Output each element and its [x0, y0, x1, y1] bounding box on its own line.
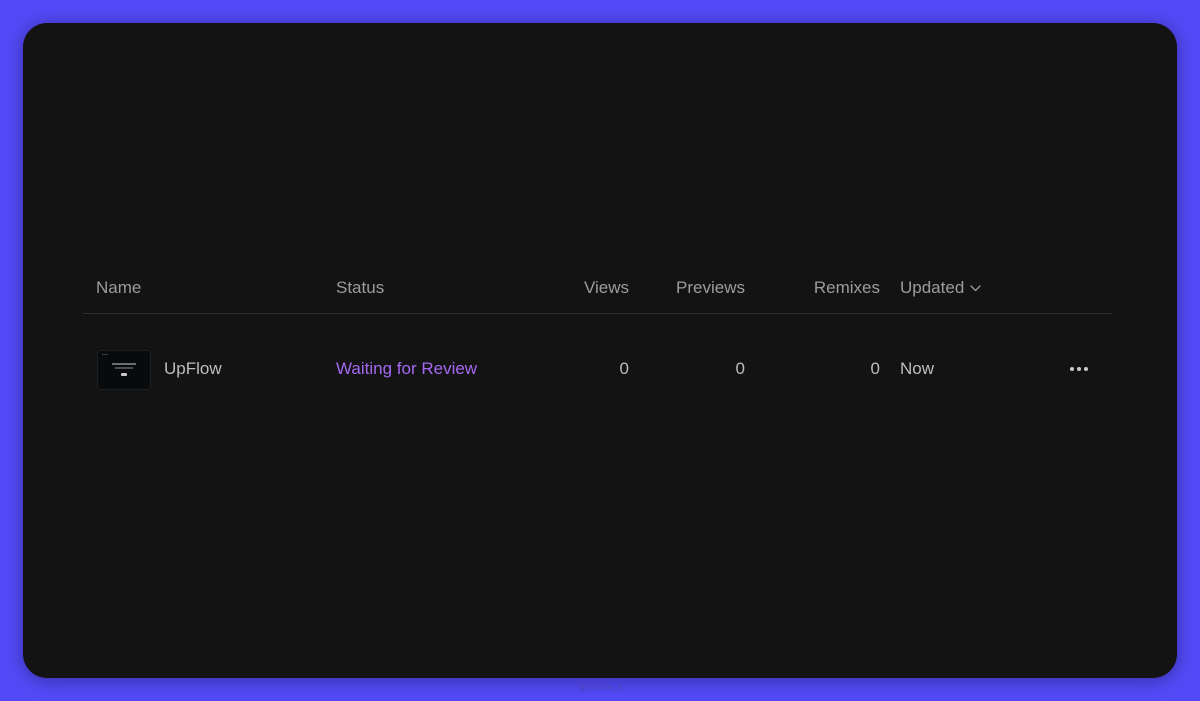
- projects-card: Name Status Views Previews Remixes Updat…: [23, 23, 1177, 678]
- project-thumbnail[interactable]: [97, 350, 151, 390]
- updated-time: Now: [900, 359, 935, 378]
- header-updated-sort[interactable]: Updated: [900, 263, 981, 313]
- header-views[interactable]: Views: [584, 263, 629, 313]
- previews-count: 0: [735, 359, 745, 378]
- chevron-down-icon: [970, 262, 981, 312]
- header-name[interactable]: Name: [96, 263, 141, 313]
- header-status[interactable]: Status: [336, 263, 384, 313]
- projects-table: Name Status Views Previews Remixes Updat…: [83, 263, 1112, 424]
- status-badge[interactable]: Waiting for Review: [336, 344, 477, 394]
- header-remixes[interactable]: Remixes: [814, 263, 880, 313]
- header-previews[interactable]: Previews: [676, 263, 745, 313]
- header-updated-label: Updated: [900, 278, 965, 297]
- watermark: @jbcode_it: [577, 682, 623, 692]
- more-horizontal-icon[interactable]: [1066, 360, 1092, 378]
- table-header-row: Name Status Views Previews Remixes Updat…: [83, 263, 1112, 314]
- project-name[interactable]: UpFlow: [164, 344, 222, 394]
- views-count: 0: [619, 359, 629, 378]
- table-row[interactable]: UpFlow Waiting for Review 0 0 0 Now: [83, 314, 1112, 424]
- remixes-count: 0: [870, 359, 880, 378]
